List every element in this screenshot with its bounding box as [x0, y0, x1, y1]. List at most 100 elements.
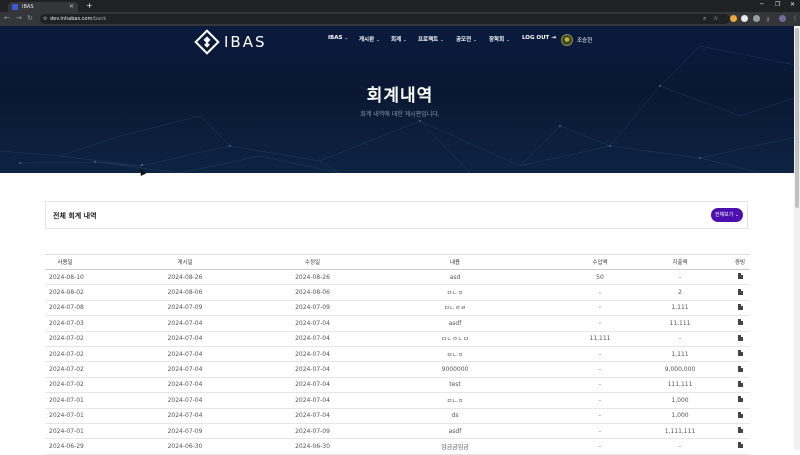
receipt-document-icon[interactable] [737, 411, 743, 418]
content-cell: asdf [340, 315, 570, 332]
view-all-button[interactable]: 전체보기 ⌄ [711, 208, 743, 222]
download-icon[interactable]: ⭳ [767, 15, 769, 25]
table-row[interactable]: 2024-07-08 2024-07-09 2024-07-09 ㅁㄴㅇㄹ -1,111 [45, 300, 750, 317]
browser-tab-bar: IBAS ✕ + ─ ❐ ✕ [0, 0, 800, 12]
receipt-document-icon[interactable] [737, 319, 743, 326]
extension-icon[interactable] [753, 15, 760, 22]
use-date-cell: 2024-07-02 [45, 361, 85, 378]
content-cell: ㅁㄴㅇㄴㅁ [340, 331, 570, 347]
column-header[interactable]: 게시일 [85, 254, 285, 270]
reload-icon[interactable]: ↻ [27, 14, 33, 22]
browser-toolbar: ← → ↻ ⚙ dev.inhabas.com/bank ⌕ ☆ ⭳ ⋮ [0, 12, 800, 26]
expense-cell: 1,000 [630, 408, 730, 424]
profile-avatar-icon[interactable] [779, 15, 786, 22]
accounting-table: 사용일 게시일 수정일 내용 수입액 지출액 증빙 2024-08-10 2024… [45, 254, 750, 455]
close-window-button[interactable]: ✕ [790, 1, 795, 8]
scrollbar-thumb[interactable] [795, 28, 799, 208]
username[interactable]: 조승현 [577, 36, 592, 44]
receipt-document-icon[interactable] [737, 380, 743, 387]
use-date-cell: 2024-07-01 [45, 423, 85, 440]
browser-tab[interactable]: IBAS ✕ [8, 2, 78, 12]
receipt-cell [730, 346, 750, 363]
receipt-cell [730, 284, 750, 301]
post-date-cell: 2024-07-04 [85, 331, 285, 347]
nav-item-ibas[interactable]: IBAS ⌄ [328, 35, 348, 41]
receipt-document-icon[interactable] [737, 427, 743, 434]
nav-item-project[interactable]: 프로젝트 ⌄ [418, 35, 444, 43]
receipt-cell [730, 438, 750, 455]
back-icon[interactable]: ← [4, 14, 10, 22]
nav-item-scholarship[interactable]: 장학회 ⌄ [489, 35, 510, 43]
receipt-cell [730, 300, 750, 317]
logout-button[interactable]: LOG OUT ⇥ [522, 35, 556, 41]
receipt-document-icon[interactable] [737, 442, 743, 449]
receipt-document-icon[interactable] [737, 288, 743, 295]
extension-icon[interactable] [741, 15, 748, 22]
receipt-cell [730, 408, 750, 424]
receipt-cell [730, 315, 750, 332]
column-header[interactable]: 사용일 [45, 254, 85, 270]
site-info-icon[interactable]: ⚙ [43, 14, 47, 24]
table-row[interactable]: 2024-07-01 2024-07-09 2024-07-09 asdf -1,111… [45, 423, 750, 440]
table-row[interactable]: 2024-07-01 2024-07-04 2024-07-04 ㅁㄴㅇ -1,000 [45, 392, 750, 409]
content-cell: test [340, 377, 570, 394]
avatar[interactable] [561, 34, 573, 46]
receipt-document-icon[interactable] [737, 365, 743, 372]
table-row[interactable]: 2024-07-03 2024-07-04 2024-07-04 asdf -11,11… [45, 315, 750, 332]
receipt-cell [730, 331, 750, 347]
new-tab-button[interactable]: + [86, 1, 93, 10]
bookmark-star-icon[interactable]: ☆ [713, 15, 718, 22]
table-row[interactable]: 2024-07-02 2024-07-04 2024-07-04 ㅁㄴㅇ -1,111 [45, 346, 750, 363]
minimize-button[interactable]: ─ [760, 1, 764, 8]
use-date-cell: 2024-06-29 [45, 438, 85, 455]
table-row[interactable]: 2024-07-02 2024-07-04 2024-07-04 ㅁㄴㅇㄴㅁ 11,11… [45, 331, 750, 347]
column-header[interactable]: 수입액 [570, 254, 630, 270]
favicon-icon [12, 4, 18, 10]
nav-item-accounting[interactable]: 회계 ⌄ [391, 35, 406, 43]
expense-cell: 2 [630, 284, 730, 301]
column-header[interactable]: 지출액 [630, 254, 730, 270]
edit-date-cell: 2024-08-26 [285, 269, 340, 286]
column-header[interactable]: 증빙 [730, 254, 750, 270]
site-logo[interactable]: IBAS [194, 29, 267, 55]
forward-icon[interactable]: → [16, 14, 22, 22]
menu-dots-icon[interactable]: ⋮ [792, 15, 798, 22]
receipt-cell [730, 269, 750, 286]
content-cell: ㅁㄴㅇ [340, 284, 570, 301]
edit-date-cell: 2024-07-04 [285, 346, 340, 363]
receipt-document-icon[interactable] [737, 273, 743, 280]
expense-cell: - [630, 331, 730, 347]
table-row[interactable]: 2024-07-02 2024-07-04 2024-07-04 test -111,1… [45, 377, 750, 394]
content-cell: ㅁㄴㅇㄹ [340, 300, 570, 317]
post-date-cell: 2024-07-04 [85, 408, 285, 424]
income-cell: - [570, 300, 630, 317]
page-title: 회계내역 [366, 86, 434, 106]
table-row[interactable]: 2024-08-02 2024-08-06 2024-08-06 ㅁㄴㅇ -2 [45, 284, 750, 301]
table-row[interactable]: 2024-07-02 2024-07-04 2024-07-04 9000000-9,… [45, 361, 750, 378]
post-date-cell: 2024-07-04 [85, 377, 285, 394]
receipt-document-icon[interactable] [737, 303, 743, 310]
edit-date-cell: 2024-07-09 [285, 423, 340, 440]
table-row[interactable]: 2024-07-01 2024-07-04 2024-07-04 ds -1,000 [45, 408, 750, 424]
hero-banner: IBAS IBAS ⌄ 게시판 ⌄ 회계 ⌄ 프로젝트 ⌄ 공모전 ⌄ 장학회 ⌄ LOG … [0, 26, 800, 173]
use-date-cell: 2024-07-08 [45, 300, 85, 317]
use-date-cell: 2024-07-02 [45, 346, 85, 363]
column-header[interactable]: 수정일 [285, 254, 340, 270]
income-cell: - [570, 408, 630, 424]
zoom-icon[interactable]: ⌕ [703, 15, 706, 23]
page-scrollbar[interactable] [794, 26, 800, 450]
address-bar[interactable]: ⚙ dev.inhabas.com/bank [40, 14, 730, 24]
receipt-document-icon[interactable] [737, 396, 743, 403]
close-tab-icon[interactable]: ✕ [69, 2, 74, 12]
receipt-document-icon[interactable] [737, 334, 743, 341]
table-row[interactable]: 2024-08-10 2024-08-26 2024-08-26 asd 50- [45, 269, 750, 286]
nav-item-board[interactable]: 게시판 ⌄ [359, 35, 380, 43]
expense-cell: 1,000 [630, 392, 730, 409]
extension-icon[interactable] [730, 15, 737, 22]
maximize-button[interactable]: ❐ [775, 1, 780, 8]
nav-item-contest[interactable]: 공모전 ⌄ [456, 35, 477, 43]
column-header[interactable]: 내용 [340, 254, 570, 270]
table-row[interactable]: 2024-06-29 2024-06-30 2024-06-30 임금금임금 - - [45, 438, 750, 455]
receipt-document-icon[interactable] [737, 350, 743, 357]
post-date-cell: 2024-06-30 [85, 438, 285, 455]
